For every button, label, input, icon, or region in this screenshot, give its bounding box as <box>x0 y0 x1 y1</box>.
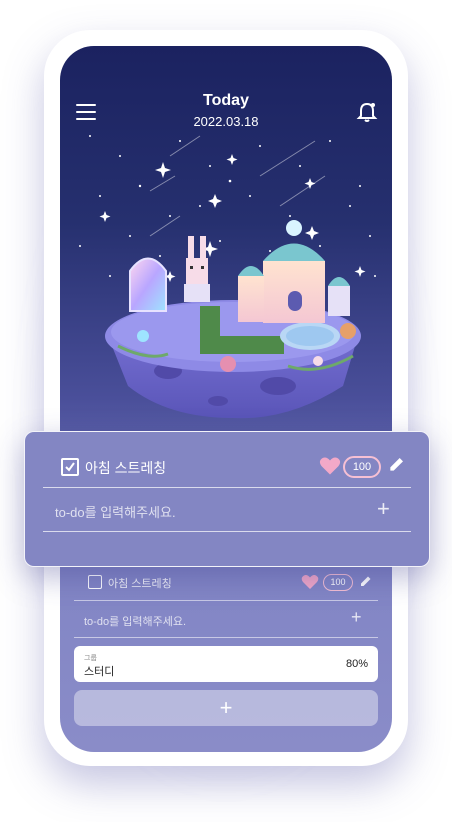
task-label: 아침 스트레칭 <box>85 460 167 476</box>
divider <box>74 600 378 601</box>
todo-input-small[interactable]: to-do를 입력해주세요. <box>84 613 186 629</box>
divider <box>43 531 411 532</box>
divider <box>43 487 411 488</box>
pencil-icon[interactable] <box>389 456 405 472</box>
group-card[interactable]: 그룹 스터디 80% <box>74 646 378 682</box>
add-todo-icon[interactable]: + <box>377 496 390 522</box>
add-todo-icon-small[interactable]: + <box>351 607 362 628</box>
task-popup-card: 아침 스트레칭 100 + <box>24 431 430 567</box>
task-checkbox-small[interactable] <box>88 575 102 589</box>
page-title: Today <box>203 92 249 109</box>
add-button[interactable]: + <box>74 690 378 726</box>
task-label-small: 아침 스트레칭 <box>108 578 172 590</box>
app-header: Today 2022.03.18 <box>60 46 392 146</box>
page-date: 2022.03.18 <box>193 114 259 129</box>
group-progress-percent: 80% <box>345 658 368 670</box>
divider <box>74 637 378 638</box>
floating-island-illustration <box>105 220 361 419</box>
like-count-badge: 100 <box>343 456 381 478</box>
pencil-icon[interactable] <box>360 575 372 587</box>
heart-icon[interactable] <box>319 456 341 476</box>
like-count-badge-small: 100 <box>323 574 353 591</box>
todo-input[interactable] <box>53 502 357 522</box>
group-caption: 그룹 <box>84 655 97 662</box>
task-checkbox[interactable] <box>61 458 79 476</box>
heart-icon[interactable] <box>301 574 319 590</box>
group-name: 스터디 <box>84 666 115 678</box>
bell-icon[interactable] <box>356 101 378 123</box>
check-icon <box>65 462 75 472</box>
